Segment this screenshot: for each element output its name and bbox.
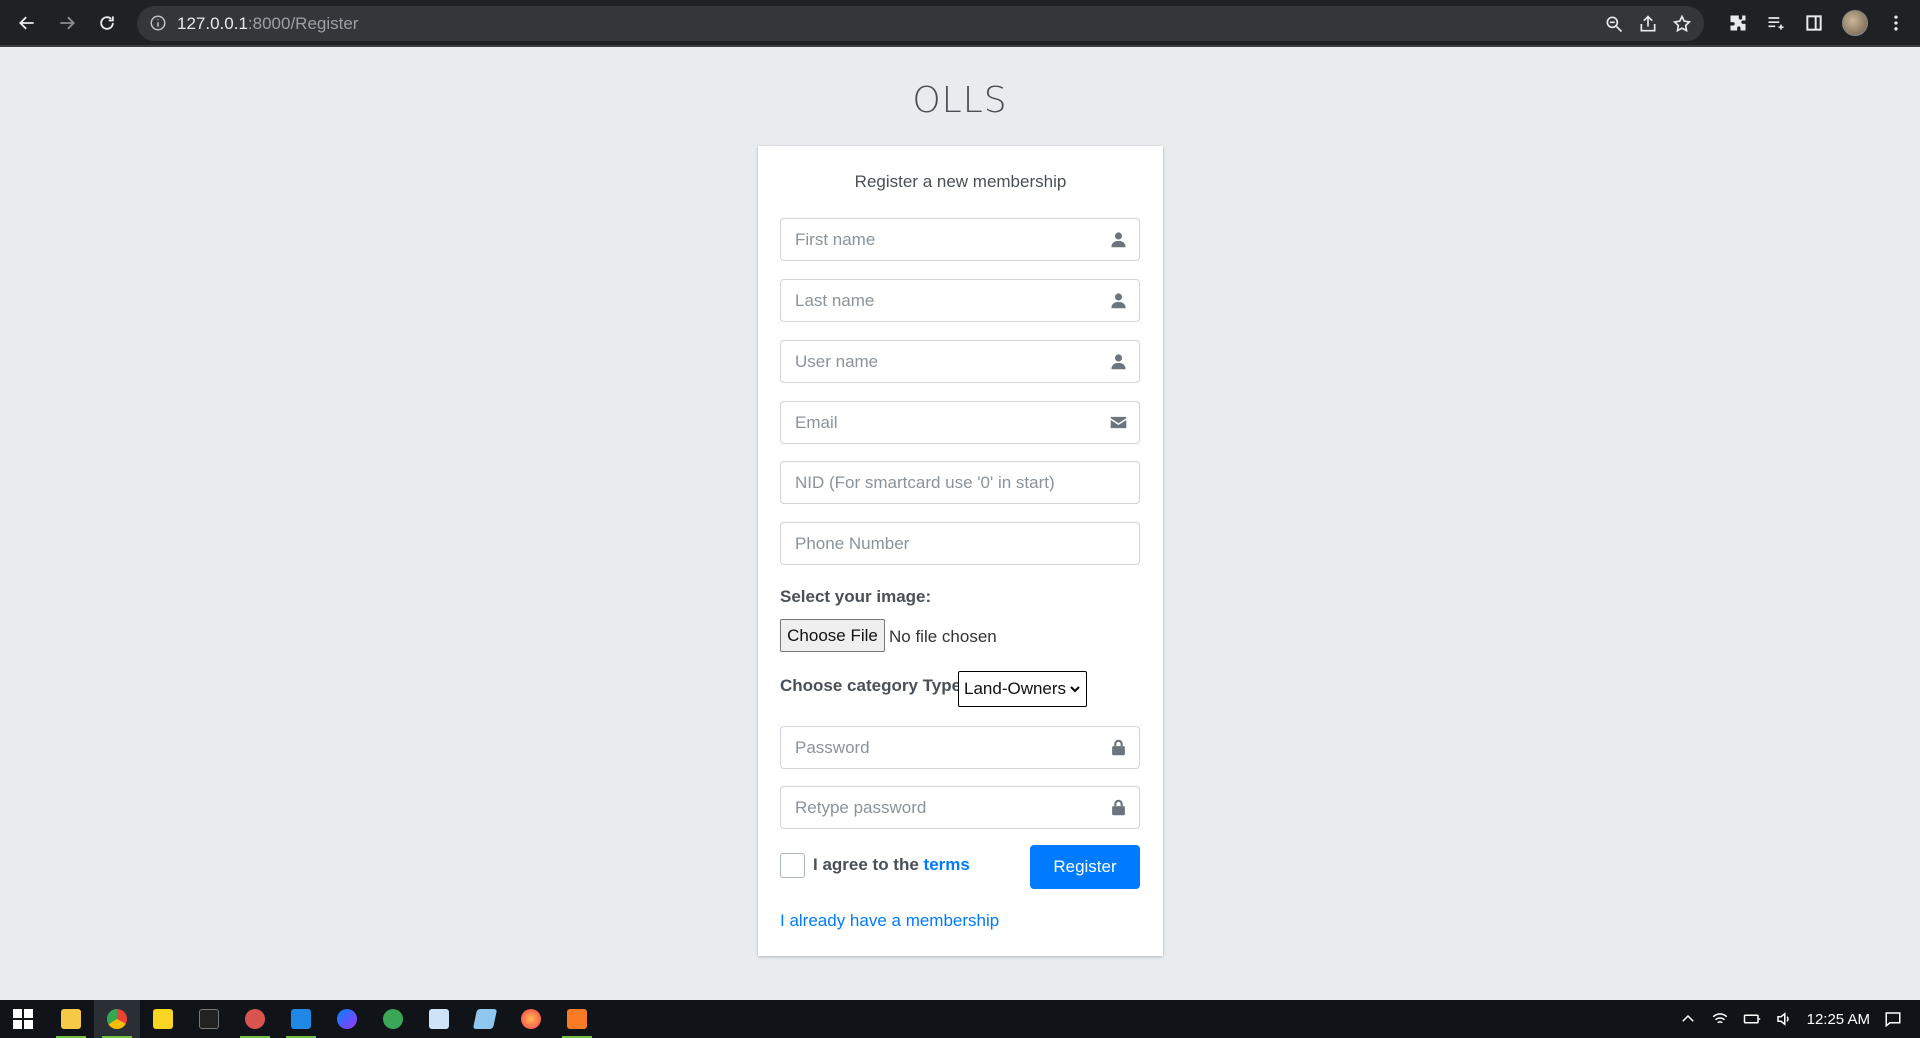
address-bar-actions — [1604, 6, 1704, 41]
agree-terms-label: I agree to the terms — [813, 855, 970, 875]
image-label: Select your image: — [780, 587, 932, 606]
taskbar-vscode[interactable] — [278, 1000, 324, 1038]
user-icon — [1111, 293, 1126, 309]
messenger-icon — [337, 1009, 357, 1029]
reload-icon — [100, 16, 114, 30]
side-panel-icon[interactable] — [1804, 13, 1824, 33]
back-arrow-icon — [19, 16, 34, 30]
extensions-puzzle-icon[interactable] — [1728, 13, 1748, 33]
taskbar-terminal[interactable] — [186, 1000, 232, 1038]
card-message: Register a new membership — [854, 172, 1067, 191]
category-select[interactable]: Land-Owners — [958, 671, 1087, 707]
back-button[interactable] — [12, 8, 42, 38]
user-icon — [1111, 232, 1126, 248]
last-name-input[interactable] — [781, 280, 1091, 321]
reading-list-icon[interactable] — [1766, 13, 1786, 33]
browser-toolbar: 127.0.0.1:8000/Register — [0, 0, 1920, 47]
taskbar-notepad[interactable] — [416, 1000, 462, 1038]
chevron-up-icon[interactable] — [1679, 1010, 1697, 1028]
password-group — [780, 726, 1140, 769]
more-menu-icon[interactable] — [1886, 13, 1906, 33]
chevron-down-icon — [1070, 686, 1080, 693]
first-name-group — [780, 218, 1140, 261]
category-selected-value: Land-Owners — [964, 679, 1067, 698]
taskbar-xampp[interactable] — [554, 1000, 600, 1038]
register-button[interactable]: Register — [1030, 845, 1140, 889]
vscode-icon — [291, 1009, 311, 1029]
forward-button[interactable] — [52, 8, 82, 38]
profile-avatar[interactable] — [1842, 10, 1868, 36]
start-button[interactable] — [0, 1000, 46, 1038]
share-icon[interactable] — [1638, 14, 1658, 34]
app-icon — [472, 1009, 498, 1029]
system-tray: 12:25 AM — [1679, 1000, 1920, 1038]
taskbar-messenger[interactable] — [324, 1000, 370, 1038]
agree-text: I agree to the — [813, 855, 919, 874]
user-name-input[interactable] — [781, 341, 1091, 382]
email-input[interactable] — [781, 402, 1091, 443]
retype-password-group — [780, 786, 1140, 829]
battery-icon[interactable] — [1743, 1010, 1761, 1028]
taskbar-app-5[interactable] — [232, 1000, 278, 1038]
phone-group — [780, 522, 1140, 565]
taskbar-app-10[interactable] — [462, 1000, 508, 1038]
email-group — [780, 401, 1140, 444]
bookmark-star-icon[interactable] — [1672, 14, 1692, 34]
nid-group — [780, 461, 1140, 504]
phone-input[interactable] — [781, 523, 1127, 564]
forward-arrow-icon — [60, 16, 75, 30]
first-name-input[interactable] — [781, 219, 1091, 260]
taskbar-chrome[interactable] — [94, 1000, 140, 1038]
notepad-icon — [429, 1009, 449, 1029]
folder-icon — [61, 1009, 81, 1029]
reload-button[interactable] — [92, 8, 122, 38]
windows-taskbar: 12:25 AM — [0, 1000, 1920, 1038]
membership-link[interactable]: I already have a membership — [780, 911, 999, 931]
lock-icon — [1112, 799, 1125, 816]
sticky-notes-icon — [153, 1009, 173, 1029]
clock-time[interactable]: 12:25 AM — [1807, 1011, 1870, 1028]
terminal-icon — [199, 1009, 219, 1029]
zoom-icon[interactable] — [1604, 14, 1624, 34]
url-text: 127.0.0.1:8000/Register — [177, 14, 359, 33]
app-icon — [383, 1009, 403, 1029]
firefox-icon — [521, 1009, 541, 1029]
file-status-text: No file chosen — [889, 627, 997, 646]
password-input[interactable] — [781, 727, 1091, 768]
last-name-group — [780, 279, 1140, 322]
envelope-icon — [1110, 416, 1127, 429]
notification-icon[interactable] — [1884, 1010, 1902, 1028]
taskbar-file-explorer[interactable] — [48, 1000, 94, 1038]
windows-logo-icon — [13, 1009, 33, 1029]
user-icon — [1111, 354, 1126, 370]
volume-icon[interactable] — [1775, 1010, 1793, 1028]
user-name-group — [780, 340, 1140, 383]
browser-extensions-area — [1728, 8, 1920, 38]
chrome-icon — [107, 1009, 127, 1029]
app-icon — [245, 1009, 265, 1029]
lock-icon — [1112, 739, 1125, 756]
terms-link[interactable]: terms — [924, 855, 970, 874]
site-brand[interactable]: OLLS — [0, 80, 1920, 121]
nid-input[interactable] — [781, 462, 1127, 503]
site-info-icon[interactable] — [149, 14, 167, 32]
category-label: Choose category Type: — [780, 676, 967, 695]
register-card: Register a new membership Select your im… — [758, 146, 1163, 956]
agree-terms-checkbox[interactable] — [780, 853, 805, 878]
address-bar[interactable]: 127.0.0.1:8000/Register — [137, 6, 1704, 41]
taskbar-app-8[interactable] — [370, 1000, 416, 1038]
choose-file-button[interactable]: Choose File — [780, 619, 885, 652]
taskbar-firefox[interactable] — [508, 1000, 554, 1038]
xampp-icon — [567, 1009, 587, 1029]
wifi-icon[interactable] — [1711, 1010, 1729, 1028]
taskbar-sticky-notes[interactable] — [140, 1000, 186, 1038]
retype-password-input[interactable] — [781, 787, 1091, 828]
